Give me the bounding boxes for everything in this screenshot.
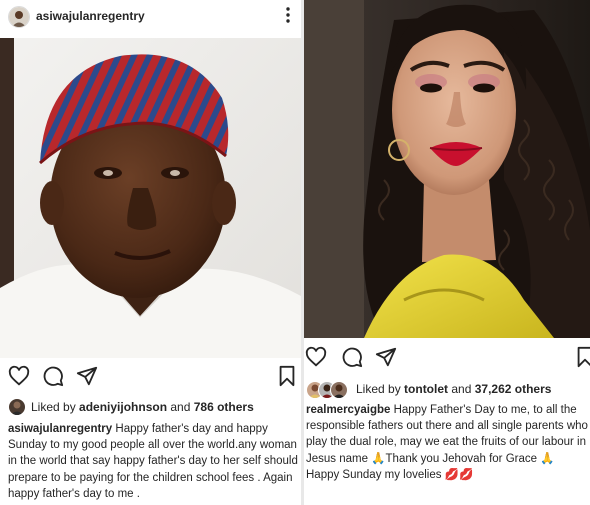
liker-avatar[interactable]: [330, 381, 348, 399]
action-bar: [0, 365, 301, 391]
left-post: asiwajulanregentry Liked by adeniyijohns…: [0, 0, 301, 505]
bookmark-icon[interactable]: [276, 365, 298, 387]
heart-icon[interactable]: [8, 365, 30, 387]
more-icon[interactable]: [281, 4, 295, 26]
post-caption: realmercyaigbe Happy Father's Day to me,…: [306, 402, 588, 483]
post-photo[interactable]: [304, 0, 590, 338]
likes-row: Liked by adeniyijohnson and 786 others: [0, 398, 301, 416]
post-header: asiwajulanregentry: [0, 0, 301, 33]
liker-username[interactable]: adeniyijohnson: [79, 400, 167, 414]
likes-count[interactable]: 37,262 others: [475, 382, 552, 396]
caption-line-2: Happy Sunday my lovelies 💋💋: [306, 468, 474, 481]
right-post: Liked by tontolet and 37,262 others real…: [304, 0, 590, 505]
comment-icon[interactable]: [341, 346, 363, 368]
likes-text: Liked by adeniyijohnson and 786 others: [31, 400, 254, 414]
share-icon[interactable]: [76, 365, 98, 387]
likes-count[interactable]: 786 others: [194, 400, 254, 414]
avatar[interactable]: [8, 6, 30, 28]
share-icon[interactable]: [375, 346, 397, 368]
action-bar: [304, 346, 590, 372]
bookmark-icon[interactable]: [574, 346, 590, 368]
liker-avatar[interactable]: [9, 399, 25, 415]
username[interactable]: asiwajulanregentry: [36, 9, 145, 23]
likes-text: Liked by tontolet and 37,262 others: [356, 382, 552, 396]
heart-icon[interactable]: [305, 346, 327, 368]
liker-username[interactable]: tontolet: [404, 382, 448, 396]
caption-username[interactable]: realmercyaigbe: [306, 404, 390, 416]
caption-username[interactable]: asiwajulanregentry: [8, 423, 112, 435]
post-caption: asiwajulanregentry Happy father's day an…: [8, 421, 298, 502]
comment-icon[interactable]: [42, 365, 64, 387]
likes-row: Liked by tontolet and 37,262 others: [304, 380, 590, 399]
post-photo[interactable]: [0, 38, 301, 358]
